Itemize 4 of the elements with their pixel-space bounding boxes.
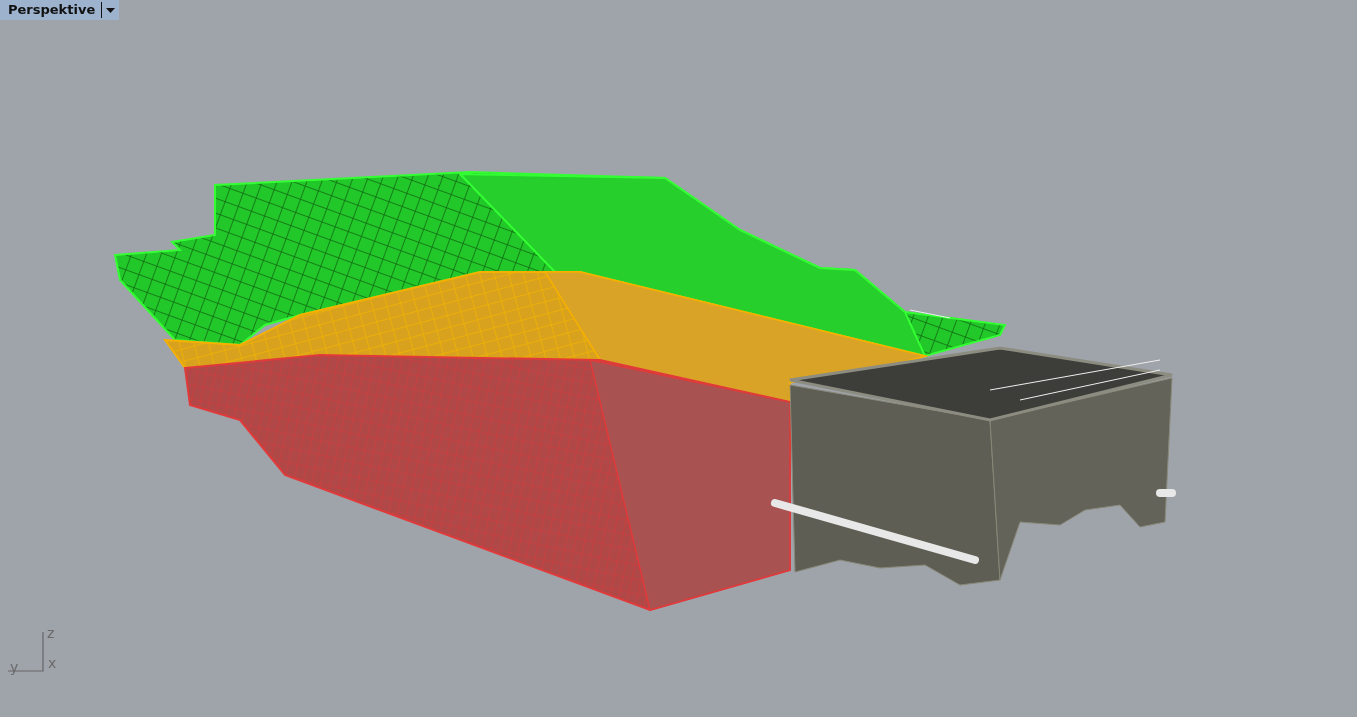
y-axis-label: y: [10, 659, 19, 675]
caret-icon: [106, 7, 116, 13]
x-axis-label: x: [48, 655, 57, 671]
z-axis-label: z: [47, 625, 55, 641]
